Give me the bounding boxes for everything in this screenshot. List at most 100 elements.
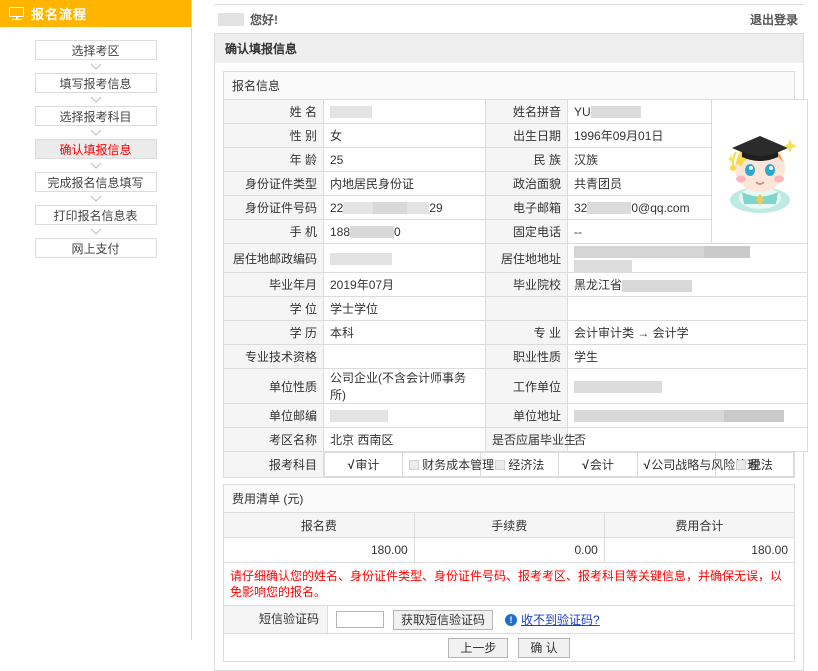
row-label-right: 出生日期 — [486, 124, 568, 148]
check-icon: √ — [582, 458, 589, 472]
sidebar-step-3[interactable]: 确认填报信息 — [35, 139, 157, 159]
get-sms-code-button[interactable]: 获取短信验证码 — [393, 610, 493, 630]
subject-cell-0[interactable]: √审计 — [325, 453, 403, 477]
row-value-right-text: 否 — [574, 433, 586, 447]
warning-message: 请仔细确认您的姓名、身份证件类型、身份证件号码、报考考区、报考科目等关键信息，并… — [223, 563, 795, 606]
sms-verification-row: 短信验证码 获取短信验证码 ! 收不到验证码? — [223, 606, 795, 634]
fee-section-title: 费用清单 (元) — [223, 484, 795, 512]
row-label-right: 民 族 — [486, 148, 568, 172]
redacted-value — [373, 202, 407, 214]
row-label-left: 单位邮编 — [224, 404, 324, 428]
page-title: 确认填报信息 — [214, 33, 804, 63]
row-value-left: 公司企业(不含会计师事务所) — [324, 369, 486, 404]
greeting-text: 您好! — [250, 11, 278, 28]
row-value-right-text: -- — [574, 225, 582, 239]
row-value-right-text: 共青团员 — [574, 177, 622, 191]
row-value-right: 黑龙江省 — [568, 273, 808, 297]
subject-label: 审计 — [355, 458, 379, 472]
checkbox-unchecked-icon[interactable] — [736, 460, 746, 470]
checkbox-unchecked-icon[interactable] — [495, 460, 505, 470]
check-icon: √ — [348, 458, 355, 472]
row-label-left: 年 龄 — [224, 148, 324, 172]
row-label-left: 性 别 — [224, 124, 324, 148]
subject-cell-4[interactable]: √公司战略与风险管理 — [637, 453, 715, 477]
checkbox-unchecked-icon[interactable] — [409, 460, 419, 470]
row-value-right: 320@qq.com — [568, 196, 712, 220]
row-label-right: 毕业院校 — [486, 273, 568, 297]
row-value-left: 1880 — [324, 220, 486, 244]
row-label-right: 姓名拼音 — [486, 100, 568, 124]
logout-link[interactable]: 退出登录 — [750, 11, 798, 28]
row-label-left: 身份证件号码 — [224, 196, 324, 220]
redacted-username — [218, 13, 244, 26]
subjects-label: 报考科目 — [224, 452, 324, 478]
table-row: 学 位学士学位 — [224, 297, 808, 321]
subject-cell-3[interactable]: √会计 — [559, 453, 637, 477]
subject-cell-1[interactable]: 财务成本管理 — [403, 453, 481, 477]
redacted-value — [574, 246, 704, 258]
row-value-left-text: 内地居民身份证 — [330, 177, 414, 191]
row-value-right: 否 — [568, 428, 808, 452]
row-value-left: 内地居民身份证 — [324, 172, 486, 196]
redacted-value — [704, 246, 750, 258]
redacted-value — [574, 381, 662, 393]
chevron-down-icon — [89, 192, 103, 205]
sidebar-step-2[interactable]: 选择报考科目 — [35, 106, 157, 126]
row-label-right: 是否应届毕业生 — [486, 428, 568, 452]
sms-code-label: 短信验证码 — [224, 606, 328, 633]
row-label-right: 居住地地址 — [486, 244, 568, 273]
info-panel: 报名信息 姓 名姓名拼音YU性 别女出生日期1996年09月01日年 龄25民 … — [214, 63, 804, 671]
table-row: 报考科目 √审计财务成本管理经济法√会计√公司战略与风险管理税法 — [224, 452, 795, 478]
sms-code-input[interactable] — [336, 611, 384, 628]
sidebar-step-6[interactable]: 网上支付 — [35, 238, 157, 258]
sidebar-step-label: 选择考区 — [71, 44, 119, 58]
sidebar-step-4[interactable]: 完成报名信息填写 — [35, 172, 157, 192]
row-value-right — [568, 404, 808, 428]
sidebar-step-label: 网上支付 — [71, 242, 119, 256]
chevron-down-icon — [89, 159, 103, 172]
fee-value-0: 180.00 — [224, 538, 415, 563]
table-row: 学 历本科专 业会计审计类 → 会计学 — [224, 321, 808, 345]
previous-step-button[interactable]: 上一步 — [448, 638, 508, 658]
row-value-right-text: 汉族 — [574, 153, 598, 167]
sidebar-step-label: 填写报考信息 — [59, 77, 131, 91]
row-value-left-text: 2019年07月 — [330, 278, 394, 292]
row-label-left: 学 位 — [224, 297, 324, 321]
subject-label: 会计 — [590, 458, 614, 472]
sidebar: 报名流程 选择考区填写报考信息选择报考科目确认填报信息完成报名信息填写打印报名信… — [0, 0, 192, 640]
sidebar-step-0[interactable]: 选择考区 — [35, 40, 157, 60]
main-content: 您好! 退出登录 确认填报信息 报名信息 姓 名姓名拼音YU性 别女出生日期19… — [192, 0, 818, 640]
table-row: 单位性质公司企业(不含会计师事务所)工作单位 — [224, 369, 808, 404]
row-label-right: 单位地址 — [486, 404, 568, 428]
subjects-table: 报考科目 √审计财务成本管理经济法√会计√公司战略与风险管理税法 — [223, 451, 795, 478]
sidebar-header: 报名流程 — [0, 0, 191, 27]
row-value-right-text: 1996年09月01日 — [574, 129, 663, 143]
info-section-title: 报名信息 — [223, 71, 795, 99]
table-row: 居住地邮政编码 居住地地址 — [224, 244, 808, 273]
table-row: 考区名称北京 西南区是否应届毕业生否 — [224, 428, 808, 452]
row-label-left: 居住地邮政编码 — [224, 244, 324, 273]
redacted-value — [574, 410, 724, 422]
redacted-value — [343, 202, 373, 214]
sidebar-step-label: 确认填报信息 — [59, 143, 131, 157]
sidebar-title: 报名流程 — [31, 4, 87, 23]
row-value-left: 本科 — [324, 321, 486, 345]
redacted-value — [330, 253, 392, 265]
row-label-right: 工作单位 — [486, 369, 568, 404]
row-label-right: 职业性质 — [486, 345, 568, 369]
sidebar-step-5[interactable]: 打印报名信息表 — [35, 205, 157, 225]
redacted-value — [574, 260, 632, 272]
row-label-right — [486, 297, 568, 321]
sidebar-steps: 选择考区填写报考信息选择报考科目确认填报信息完成报名信息填写打印报名信息表网上支… — [0, 27, 191, 258]
row-label-left: 单位性质 — [224, 369, 324, 404]
fee-header-2: 费用合计 — [604, 513, 794, 538]
cannot-receive-code-link[interactable]: 收不到验证码? — [521, 611, 600, 628]
chevron-down-icon — [89, 93, 103, 106]
row-label-right: 政治面貌 — [486, 172, 568, 196]
confirm-button[interactable]: 确 认 — [518, 638, 569, 658]
redacted-value — [407, 202, 429, 214]
row-value-left — [324, 244, 486, 273]
chevron-down-icon — [89, 60, 103, 73]
sidebar-step-1[interactable]: 填写报考信息 — [35, 73, 157, 93]
student-avatar-icon — [718, 126, 802, 214]
